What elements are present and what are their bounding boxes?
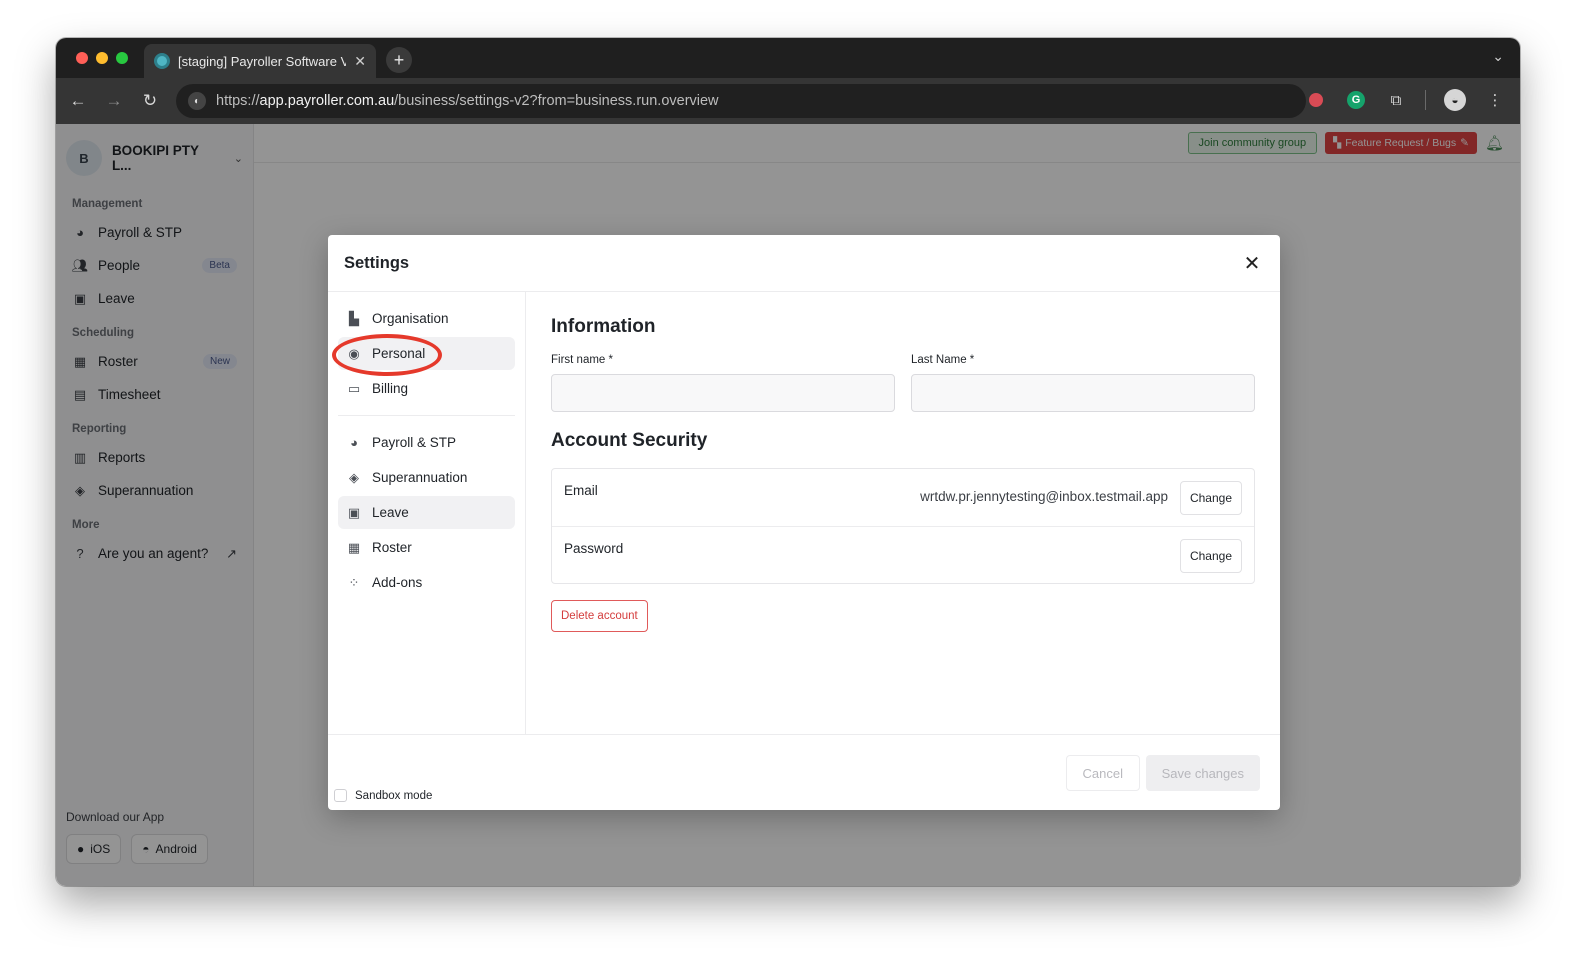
settings-nav-label: Billing xyxy=(372,381,409,396)
settings-nav-leave[interactable]: ▣ Leave xyxy=(338,496,515,529)
last-name-label: Last Name * xyxy=(911,354,975,366)
minimize-window-button[interactable] xyxy=(96,52,108,64)
settings-nav-label: Leave xyxy=(372,505,409,520)
browser-toolbar: ← → ↻ ◐ https://app.payroller.com.au/bus… xyxy=(56,78,1520,124)
email-value: wrtdw.pr.jennytesting@inbox.testmail.app xyxy=(920,489,1168,504)
settings-nav-payroll[interactable]: ◕ Payroll & STP xyxy=(338,426,515,459)
settings-nav-label: Organisation xyxy=(372,311,449,326)
settings-nav-roster[interactable]: ▦ Roster xyxy=(338,531,515,564)
delete-account-button[interactable]: Delete account xyxy=(551,600,648,632)
building-icon: ▙ xyxy=(349,310,359,326)
site-info-icon[interactable]: ◐ xyxy=(188,92,206,110)
profile-avatar-icon[interactable]: ◒ xyxy=(1444,86,1466,114)
reload-icon[interactable]: ↻ xyxy=(132,91,168,111)
name-fields: First name * Last Name * xyxy=(551,354,1255,412)
briefcase-icon: ▣ xyxy=(347,504,361,520)
grid-icon: ⁘ xyxy=(348,574,360,590)
information-heading: Information xyxy=(551,316,656,337)
tab-close-icon[interactable]: ✕ xyxy=(354,53,366,70)
close-window-button[interactable] xyxy=(76,52,88,64)
settings-modal: Settings ✕ ▙ Organisation ◉ Personal ▭ B… xyxy=(328,235,1280,810)
change-password-button[interactable]: Change xyxy=(1179,539,1242,573)
favicon-icon xyxy=(154,53,170,69)
sandbox-label: Sandbox mode xyxy=(355,789,433,802)
app-area: B BOOKIPI PTY L... ⌄ Management ◕ Payrol… xyxy=(56,124,1520,886)
piggy-bank-icon: ◈ xyxy=(349,469,359,485)
close-icon[interactable]: ✕ xyxy=(1240,251,1264,276)
toolbar-divider xyxy=(1425,90,1426,110)
tab-search-chevron-icon[interactable]: ⌄ xyxy=(1492,48,1504,65)
settings-nav: ▙ Organisation ◉ Personal ▭ Billing ◕ Pa… xyxy=(328,292,526,734)
settings-nav-label: Add-ons xyxy=(372,575,423,590)
extension-red-icon[interactable] xyxy=(1305,86,1327,114)
url-host: app.payroller.com.au xyxy=(259,93,395,109)
settings-nav-billing[interactable]: ▭ Billing xyxy=(338,372,515,405)
window-controls xyxy=(76,52,128,64)
change-email-button[interactable]: Change xyxy=(1179,481,1242,515)
first-name-field[interactable] xyxy=(551,374,895,412)
account-security-heading: Account Security xyxy=(551,430,708,451)
personal-settings-panel: Information First name * Last Name * Acc… xyxy=(526,292,1280,734)
tab-strip: [staging] Payroller Software V ✕ + ⌄ xyxy=(56,38,1520,78)
new-tab-button[interactable]: + xyxy=(386,47,412,73)
first-name-label: First name * xyxy=(551,354,613,366)
settings-nav-label: Superannuation xyxy=(372,470,468,485)
sandbox-toggle[interactable]: Sandbox mode xyxy=(334,789,432,802)
annotation-circle xyxy=(332,334,442,376)
forward-icon[interactable]: → xyxy=(96,91,132,111)
modal-header: Settings ✕ xyxy=(328,235,1280,292)
last-name-group: Last Name * xyxy=(911,354,1255,412)
settings-nav-label: Payroll & STP xyxy=(372,435,457,450)
modal-footer: Sandbox mode Cancel Save changes xyxy=(328,734,1280,810)
back-icon[interactable]: ← xyxy=(60,91,96,111)
calendar-icon: ▦ xyxy=(347,539,361,555)
maximize-window-button[interactable] xyxy=(116,52,128,64)
browser-tab[interactable]: [staging] Payroller Software V ✕ xyxy=(144,44,376,78)
first-name-group: First name * xyxy=(551,354,895,412)
payroll-icon: ◕ xyxy=(350,435,358,450)
modal-title: Settings xyxy=(344,253,410,272)
url-scheme: https:// xyxy=(216,93,260,109)
browser-menu-icon[interactable]: ⋮ xyxy=(1484,86,1506,114)
settings-nav-label: Roster xyxy=(372,540,412,555)
email-row: Email wrtdw.pr.jennytesting@inbox.testma… xyxy=(552,469,1254,526)
url-text: https://app.payroller.com.au/business/se… xyxy=(216,93,719,109)
browser-window: [staging] Payroller Software V ✕ + ⌄ ← →… xyxy=(56,38,1520,886)
last-name-field[interactable] xyxy=(911,374,1255,412)
grammarly-icon[interactable]: G xyxy=(1345,86,1367,114)
sandbox-checkbox[interactable] xyxy=(334,789,347,802)
tab-title: [staging] Payroller Software V xyxy=(178,53,347,69)
email-label: Email xyxy=(564,483,598,498)
settings-nav-addons[interactable]: ⁘ Add-ons xyxy=(338,566,515,599)
account-security-box: Email wrtdw.pr.jennytesting@inbox.testma… xyxy=(551,468,1255,584)
extensions-puzzle-icon[interactable]: ⧉ xyxy=(1385,86,1407,114)
cancel-button[interactable]: Cancel xyxy=(1065,755,1140,791)
save-changes-button[interactable]: Save changes xyxy=(1145,755,1260,791)
credit-card-icon: ▭ xyxy=(347,380,361,396)
address-bar[interactable]: ◐ https://app.payroller.com.au/business/… xyxy=(176,84,1306,118)
browser-extensions: G ⧉ ◒ ⋮ xyxy=(1305,86,1506,114)
url-path: /business/settings-v2?from=business.run.… xyxy=(394,93,719,109)
settings-nav-superannuation[interactable]: ◈ Superannuation xyxy=(338,461,515,494)
password-label: Password xyxy=(564,541,624,556)
settings-nav-organisation[interactable]: ▙ Organisation xyxy=(338,302,515,335)
password-row: Password Change xyxy=(552,526,1254,583)
settings-nav-divider xyxy=(338,415,515,416)
